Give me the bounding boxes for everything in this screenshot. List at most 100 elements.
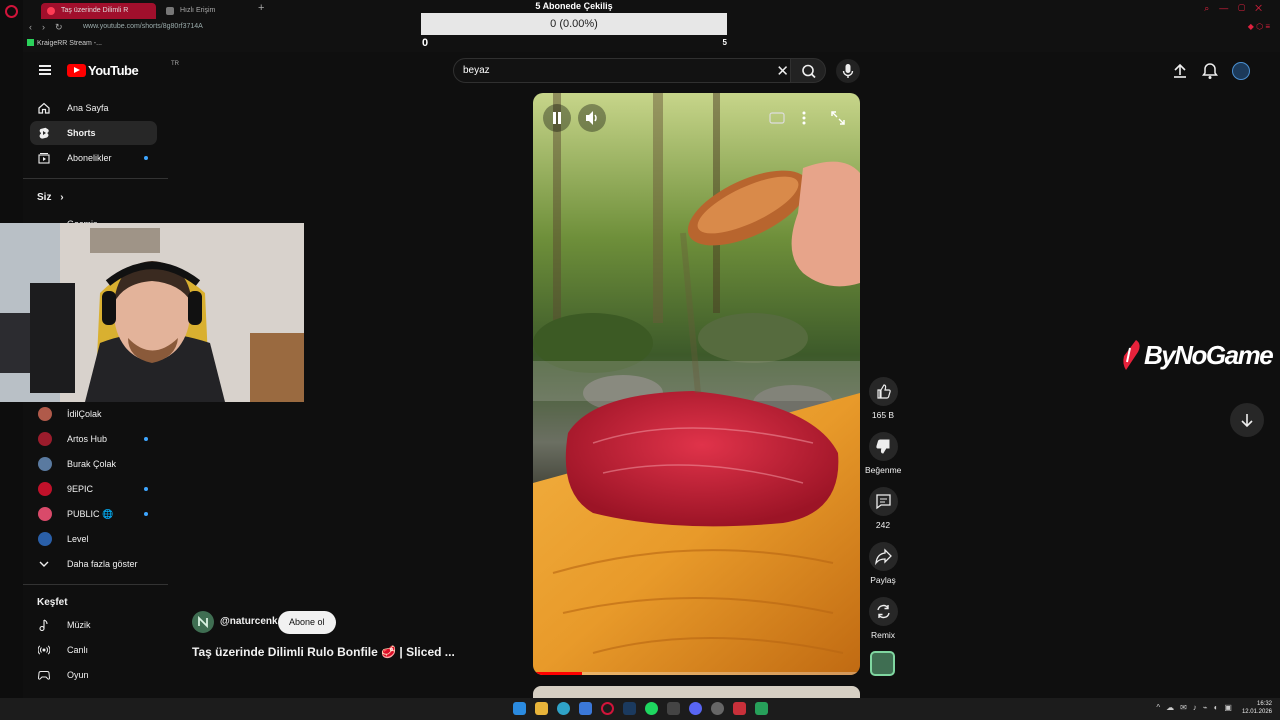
tab-quick-access[interactable]: Hızlı Erişim	[160, 3, 250, 19]
taskbar-clock[interactable]: 16:32 12.01.2026	[1242, 700, 1272, 716]
more-options-icon[interactable]	[801, 111, 807, 125]
fullscreen-icon[interactable]	[830, 110, 846, 126]
channel-avatar	[38, 532, 52, 546]
search-button[interactable]	[790, 58, 826, 83]
channel-avatar	[38, 407, 52, 421]
spotify-icon[interactable]	[645, 702, 658, 715]
avatar[interactable]	[1232, 62, 1250, 80]
sidebar-item-channel[interactable]: Level	[30, 527, 157, 551]
sidebar-item-subscriptions[interactable]: Abonelikler	[30, 146, 157, 170]
chrome-icon[interactable]	[711, 702, 724, 715]
sidebar-item-channel[interactable]: Artos Hub	[30, 427, 157, 451]
new-content-dot	[144, 487, 148, 491]
volume-button[interactable]	[578, 104, 606, 132]
thumbs-up-icon	[876, 384, 891, 399]
sidebar-item-label: Burak Çolak	[67, 459, 117, 469]
channel-avatar	[38, 432, 52, 446]
short-title[interactable]: Taş üzerinde Dilimli Rulo Bonfile 🥩 | Sl…	[192, 645, 455, 659]
share-arrow-icon	[874, 548, 892, 566]
grid-favicon-icon	[166, 7, 174, 15]
channel-logo-icon	[198, 615, 208, 629]
next-short-preview[interactable]	[533, 686, 860, 698]
voice-search-button[interactable]	[836, 59, 860, 83]
new-content-dot	[144, 512, 148, 516]
store-icon[interactable]	[579, 702, 592, 715]
browser-extensions-icon[interactable]: ◆ ⬡ ≡	[1248, 22, 1270, 31]
tab-label: Taş üzerinde Dilimli R	[61, 7, 129, 14]
opera-browser-icon[interactable]	[601, 702, 614, 715]
start-windows-icon[interactable]	[513, 702, 526, 715]
sidebar-item-label: Daha fazla göster	[67, 559, 138, 569]
upload-icon[interactable]	[1170, 61, 1190, 81]
sidebar-item-gaming[interactable]: Oyun	[30, 663, 157, 687]
sidebar-item-label: 9EPIC	[67, 484, 94, 494]
shorts-video-player[interactable]	[533, 93, 860, 675]
sidebar-item-live[interactable]: Canlı	[30, 638, 157, 662]
comments-button[interactable]: 242	[865, 487, 901, 530]
sidebar-item-label: İdilÇolak	[67, 409, 102, 419]
logo-text: YouTube	[88, 63, 139, 78]
video-progress-bar[interactable]	[533, 672, 860, 675]
sidebar-item-music[interactable]: Müzik	[30, 613, 157, 637]
sidebar-item-shorts[interactable]: Shorts	[30, 121, 157, 145]
menu-icon[interactable]	[39, 65, 51, 75]
bynogame-text: ByNoGame	[1144, 340, 1274, 370]
webcam-overlay	[0, 223, 304, 402]
system-tray[interactable]: ^☁✉♪⌁◐▣	[1156, 703, 1238, 712]
search-input[interactable]: beyaz ✕	[453, 58, 798, 83]
sound-thumbnail[interactable]	[870, 651, 895, 676]
comment-icon	[875, 494, 891, 510]
remix-button[interactable]: Remix	[865, 597, 901, 640]
sidebar-item-channel[interactable]: 9EPIC	[30, 477, 157, 501]
sidebar-item-label: Oyun	[67, 670, 89, 680]
bookmark-item[interactable]: KraigeRR Stream -...	[27, 39, 102, 47]
notifications-bell-icon[interactable]	[1200, 61, 1220, 81]
explore-heading: Keşfet	[37, 597, 68, 608]
microphone-icon	[842, 64, 854, 78]
share-button[interactable]: Paylaş	[865, 542, 901, 585]
media-app-icon[interactable]	[733, 702, 746, 715]
you-heading[interactable]: Siz ›	[37, 192, 64, 203]
next-short-button[interactable]	[1230, 403, 1264, 437]
pause-button[interactable]	[543, 104, 571, 132]
captions-icon[interactable]	[769, 112, 785, 124]
discord-icon[interactable]	[689, 702, 702, 715]
tab-youtube-short[interactable]: Taş üzerinde Dilimli R	[41, 3, 156, 19]
channel-name[interactable]: @naturcenk	[220, 616, 278, 627]
new-tab-plus-icon[interactable]: +	[258, 2, 264, 14]
sidebar-item-label: PUBLIC 🌐	[67, 509, 114, 519]
like-button[interactable]: 165 B	[865, 377, 901, 420]
subscriptions-icon	[38, 153, 50, 164]
clear-search-icon[interactable]: ✕	[776, 62, 789, 80]
sidebar-item-home[interactable]: Ana Sayfa	[30, 96, 157, 120]
sidebar-item-channel[interactable]: İdilÇolak	[30, 402, 157, 426]
sidebar-item-channel[interactable]: Burak Çolak	[30, 452, 157, 476]
file-explorer-icon[interactable]	[535, 702, 548, 715]
thumbs-down-icon	[875, 439, 889, 454]
volume-icon	[586, 111, 597, 125]
sidebar-item-label: Ana Sayfa	[67, 103, 109, 113]
giveaway-title: 5 Abonede Çekiliş	[535, 1, 613, 11]
dislike-button[interactable]: Beğenme	[865, 432, 901, 475]
terminal-icon[interactable]	[667, 702, 680, 715]
steam-icon[interactable]	[623, 702, 636, 715]
nav-arrows-icon[interactable]: ‹›↻	[29, 22, 73, 33]
webcam-feed	[0, 223, 304, 402]
sidebar-item-channel[interactable]: PUBLIC 🌐	[30, 502, 157, 526]
remix-label: Remix	[870, 630, 896, 640]
obs-icon[interactable]	[755, 702, 768, 715]
bynogame-brand-overlay: ByNoGame	[1118, 338, 1280, 372]
opera-logo-icon[interactable]	[5, 5, 18, 18]
edge-browser-icon[interactable]	[557, 702, 570, 715]
show-more-button[interactable]: Daha fazla göster	[30, 552, 157, 576]
country-code: TR	[171, 61, 179, 67]
giveaway-overlay: 5 Abonede Çekiliş 0 (0.00%) 0 5	[421, 0, 727, 50]
channel-avatar[interactable]	[192, 611, 214, 633]
window-controls[interactable]: ⌕—▢✕	[1204, 3, 1272, 14]
subscribe-button[interactable]: Abone ol	[278, 611, 336, 634]
live-icon	[38, 645, 50, 655]
youtube-favicon-icon	[47, 7, 55, 15]
new-content-dot	[144, 156, 148, 160]
url-field[interactable]: www.youtube.com/shorts/8g80rf3714A	[83, 23, 203, 30]
giveaway-progress-label: 0 (0.00%)	[550, 18, 598, 30]
